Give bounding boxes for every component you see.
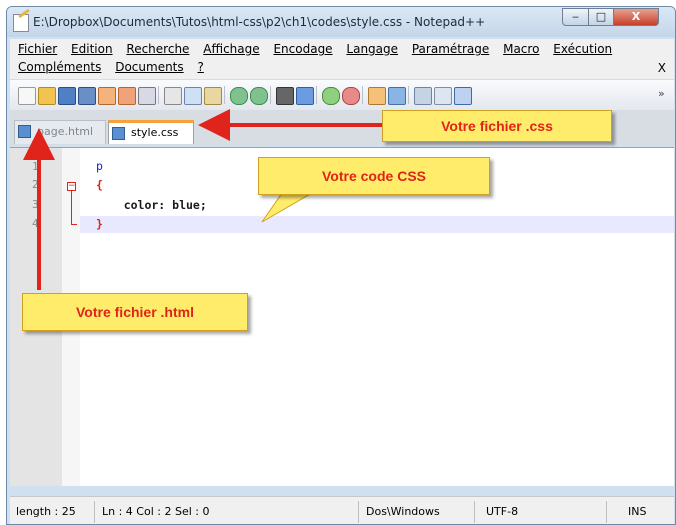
callout-html-file: Votre fichier .html [22, 293, 248, 331]
callout-tail [261, 192, 314, 223]
callout-css-file: Votre fichier .css [382, 110, 612, 142]
callout-css-code: Votre code CSS [258, 157, 490, 195]
annotation-arrows [23, 109, 382, 290]
